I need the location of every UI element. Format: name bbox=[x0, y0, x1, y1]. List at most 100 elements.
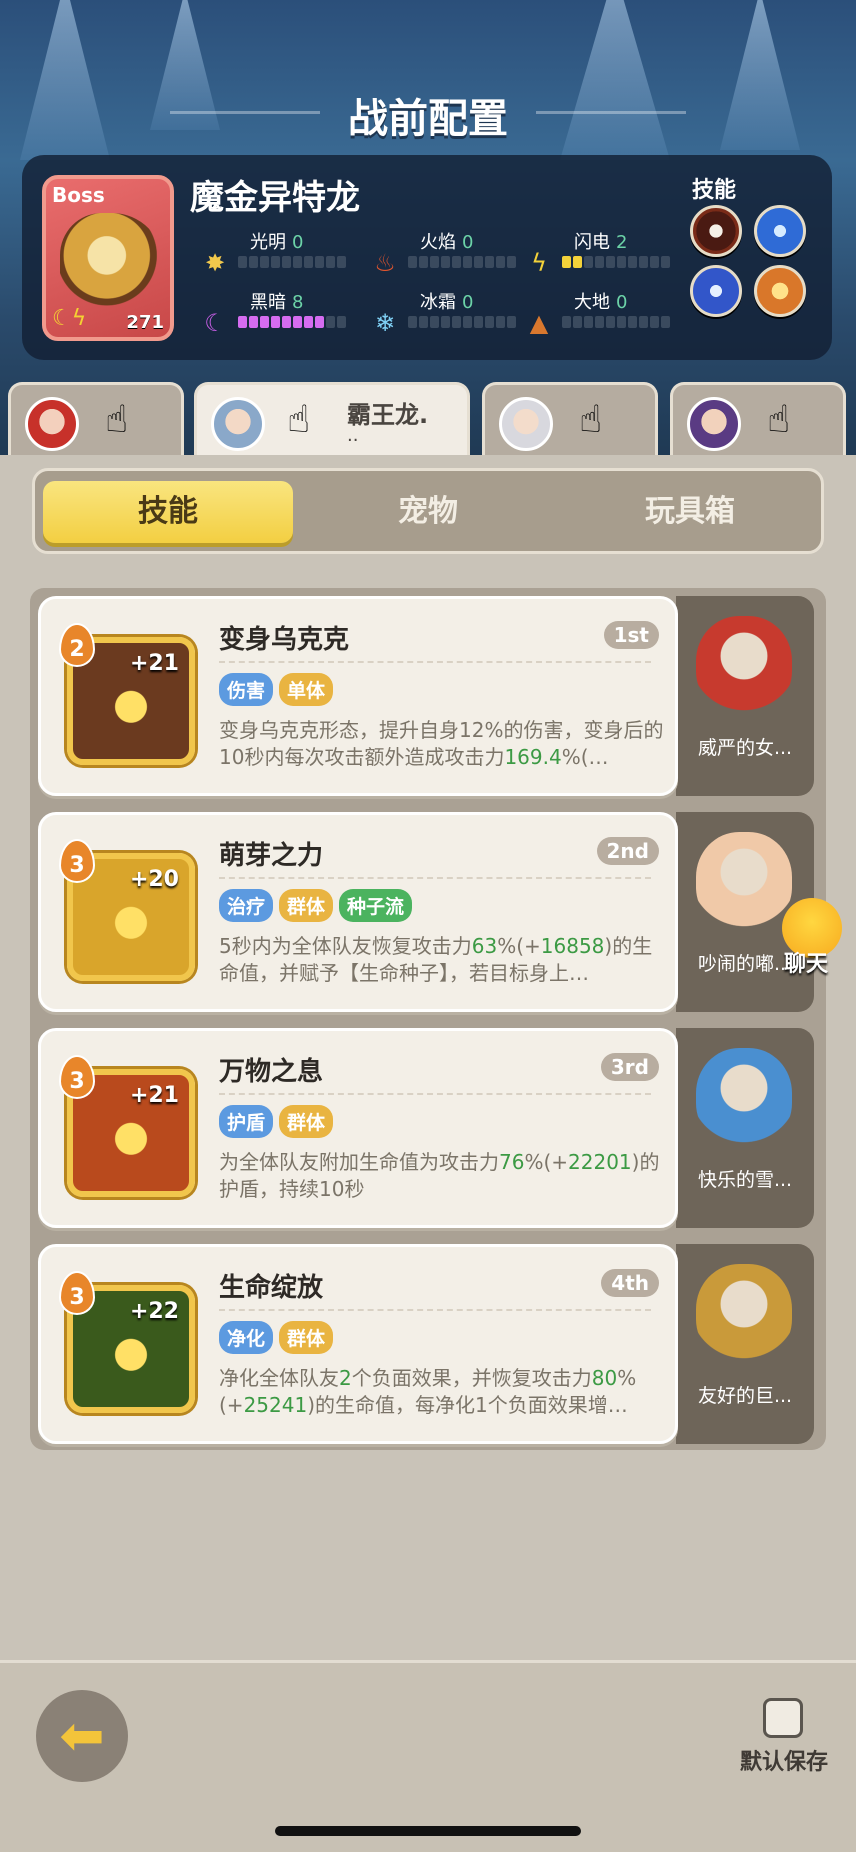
pet-slot[interactable]: 快乐的雪... bbox=[676, 1028, 814, 1228]
boss-skill-icon-bite[interactable] bbox=[690, 205, 742, 257]
tab-pets[interactable]: 宠物 bbox=[303, 481, 553, 543]
divider bbox=[219, 1309, 651, 1311]
stat-bar-segment bbox=[337, 316, 346, 328]
stat-bar-segment bbox=[282, 316, 291, 328]
stat-label: 光明 0 bbox=[250, 232, 304, 253]
stat-bar-segment bbox=[408, 256, 417, 268]
stat-label: 火焰 0 bbox=[420, 232, 474, 253]
boss-skill-icon-crown[interactable] bbox=[754, 265, 806, 317]
stat-bar-segment bbox=[304, 256, 313, 268]
pet-name: 快乐的雪... bbox=[697, 1169, 793, 1191]
stat-bar-segment bbox=[650, 256, 659, 268]
stat-bar-segment bbox=[463, 256, 472, 268]
skill-tag: 单体 bbox=[279, 673, 334, 706]
boss-skill-icon-bolt[interactable] bbox=[690, 265, 742, 317]
skill-name: 生命绽放 bbox=[219, 1273, 324, 1303]
skill-name: 万物之息 bbox=[219, 1057, 324, 1087]
skill-bonus: +20 bbox=[129, 867, 179, 892]
pet-name: 友好的巨... bbox=[697, 1385, 793, 1407]
stat-bar-segment bbox=[463, 316, 472, 328]
home-indicator bbox=[275, 1826, 581, 1836]
hero-avatar bbox=[499, 397, 553, 451]
stat-bar-segment bbox=[496, 256, 505, 268]
hand-pointer-icon: ☝ bbox=[105, 397, 129, 441]
stat-bar-segment bbox=[562, 316, 571, 328]
hand-pointer-icon: ☝ bbox=[287, 397, 311, 441]
default-save-label: 默认保存 bbox=[740, 1750, 829, 1775]
pet-slot[interactable]: 威严的女... bbox=[676, 596, 814, 796]
boss-label: Boss bbox=[52, 183, 105, 207]
skill-description: 变身乌克克形态，提升自身12%的伤害，变身后的10秒内每次攻击额外造成攻击力16… bbox=[219, 718, 664, 769]
stat-bar-segment bbox=[419, 256, 428, 268]
skill-order-badge: 2nd bbox=[596, 837, 659, 865]
hero-tab-2[interactable]: ☝ 霸王龙. .. bbox=[194, 382, 470, 460]
skill-card[interactable]: +22 3 生命绽放 4th 净化 群体 净化全体队友2个负面效果，并恢复攻击力80%(+2… bbox=[38, 1244, 678, 1444]
stat-2: ϟ 闪电 2 bbox=[524, 228, 684, 278]
stat-bar-segment bbox=[474, 316, 483, 328]
stat-bar-segment bbox=[282, 256, 291, 268]
stat-bar-segment bbox=[507, 316, 516, 328]
boss-skill-icon-lightning[interactable] bbox=[754, 205, 806, 257]
boss-portrait[interactable]: Boss ☾ϟ 271 bbox=[42, 175, 174, 341]
skill-card[interactable]: +21 3 万物之息 3rd 护盾 群体 为全体队友附加生命值为攻击力76%(+22201)… bbox=[38, 1028, 678, 1228]
divider bbox=[219, 877, 651, 879]
stat-bar-segment bbox=[337, 256, 346, 268]
stat-bar bbox=[408, 256, 516, 268]
skill-tags: 治疗 群体 种子流 bbox=[219, 889, 413, 922]
stat-label: 冰霜 0 bbox=[420, 292, 474, 313]
skill-tags: 护盾 群体 bbox=[219, 1105, 334, 1138]
hero-avatar bbox=[211, 397, 265, 451]
tab-toybox[interactable]: 玩具箱 bbox=[565, 481, 815, 543]
hero-name: 霸王龙. bbox=[347, 401, 429, 429]
chat-button[interactable]: 聊天 bbox=[760, 898, 856, 990]
stat-bar-segment bbox=[606, 316, 615, 328]
stat-bar-segment bbox=[315, 316, 324, 328]
skill-card[interactable]: +20 3 萌芽之力 2nd 治疗 群体 种子流 5秒内为全体队友恢复攻击力63%(+1685… bbox=[38, 812, 678, 1012]
stat-label: 大地 0 bbox=[574, 292, 628, 313]
back-button[interactable]: ⬅ bbox=[36, 1690, 128, 1782]
stat-bar-segment bbox=[238, 316, 247, 328]
stat-bar-segment bbox=[260, 316, 269, 328]
stat-bar-segment bbox=[584, 256, 593, 268]
skill-order-badge: 1st bbox=[603, 621, 659, 649]
pet-name: 威严的女... bbox=[697, 737, 793, 759]
skill-tags: 伤害 单体 bbox=[219, 673, 334, 706]
tab-skills[interactable]: 技能 bbox=[43, 481, 293, 543]
hero-tab-1[interactable]: ☝ bbox=[8, 382, 184, 460]
stat-bar-segment bbox=[661, 316, 670, 328]
stat-bar-segment bbox=[485, 316, 494, 328]
skill-tag: 种子流 bbox=[339, 889, 413, 922]
default-save-checkbox[interactable] bbox=[763, 1698, 803, 1738]
stat-bar-segment bbox=[496, 316, 505, 328]
skill-tag: 护盾 bbox=[219, 1105, 274, 1138]
boss-skills-label: 技能 bbox=[692, 178, 737, 203]
hero-tab-4[interactable]: ☝ bbox=[670, 382, 846, 460]
hand-pointer-icon: ☝ bbox=[579, 397, 603, 441]
moon-icon: ☾ bbox=[204, 309, 226, 337]
skill-tags: 净化 群体 bbox=[219, 1321, 334, 1354]
stat-bar-segment bbox=[595, 316, 604, 328]
skill-card[interactable]: +21 2 变身乌克克 1st 伤害 单体 变身乌克克形态，提升自身12%的伤害，变身后的1… bbox=[38, 596, 678, 796]
skill-description: 为全体队友附加生命值为攻击力76%(+22201)的护盾，持续10秒 bbox=[219, 1150, 660, 1201]
stat-bar-segment bbox=[326, 256, 335, 268]
boss-art bbox=[60, 213, 164, 319]
snowflake-icon: ❄ bbox=[374, 309, 396, 337]
hero-tab-3[interactable]: ☝ bbox=[482, 382, 658, 460]
stat-bar-segment bbox=[315, 256, 324, 268]
skill-tag: 群体 bbox=[279, 889, 334, 922]
stat-bar-segment bbox=[408, 316, 417, 328]
stat-bar-segment bbox=[573, 256, 582, 268]
stat-label: 闪电 2 bbox=[574, 232, 628, 253]
stat-bar bbox=[238, 256, 346, 268]
pet-slot[interactable]: 友好的巨... bbox=[676, 1244, 814, 1444]
stat-bar-segment bbox=[507, 256, 516, 268]
hand-pointer-icon: ☝ bbox=[767, 397, 791, 441]
stat-bar-segment bbox=[474, 256, 483, 268]
skill-order-badge: 3rd bbox=[600, 1053, 659, 1081]
stat-bar-segment bbox=[639, 256, 648, 268]
sun-icon: ✸ bbox=[204, 249, 226, 277]
stat-1: ♨ 火焰 0 bbox=[370, 228, 530, 278]
stat-bar-segment bbox=[293, 256, 302, 268]
stat-bar-segment bbox=[606, 256, 615, 268]
hero-avatar bbox=[687, 397, 741, 451]
